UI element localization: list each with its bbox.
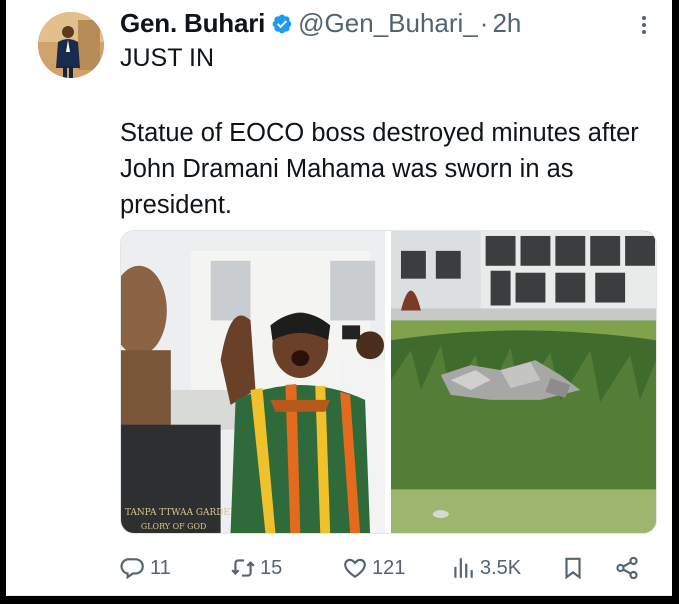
media-grid: TANPA TTWAA GARDENS GLORY OF GOD bbox=[120, 230, 657, 534]
bookmark-button[interactable] bbox=[560, 550, 586, 586]
reply-count: 11 bbox=[150, 556, 171, 579]
bookmark-icon bbox=[565, 557, 581, 580]
tweet-header: Gen. Buhari @Gen_Buhari_ · 2h bbox=[120, 8, 521, 39]
repost-button[interactable]: 15 bbox=[230, 550, 282, 586]
tweet-actions-bar: 11 15 121 3.5K bbox=[120, 550, 650, 586]
user-handle[interactable]: @Gen_Buhari_ bbox=[298, 8, 478, 39]
plaque-text-line2: GLORY OF GOD bbox=[141, 522, 206, 531]
views-count: 3.5K bbox=[480, 556, 522, 579]
repost-count: 15 bbox=[260, 556, 283, 579]
share-icon bbox=[616, 556, 638, 580]
views-button[interactable]: 3.5K bbox=[450, 550, 521, 586]
more-icon[interactable] bbox=[636, 10, 652, 40]
tweet-text-body: Statue of EOCO boss destroyed minutes af… bbox=[120, 119, 639, 219]
reply-icon bbox=[120, 558, 144, 580]
like-icon bbox=[344, 558, 366, 578]
avatar-image bbox=[38, 12, 104, 78]
meta-separator: · bbox=[479, 8, 489, 38]
share-button[interactable] bbox=[614, 550, 640, 586]
like-button[interactable]: 121 bbox=[342, 550, 405, 586]
reply-button[interactable]: 11 bbox=[120, 550, 171, 586]
plaque-text-line1: TANPA TTWAA GARDENS bbox=[125, 508, 244, 518]
repost-icon bbox=[231, 559, 255, 577]
tweet-timestamp[interactable]: 2h bbox=[492, 8, 521, 39]
verified-badge-icon bbox=[272, 14, 292, 33]
display-name[interactable]: Gen. Buhari bbox=[120, 8, 265, 39]
views-icon bbox=[454, 558, 473, 578]
bottom-frame-border bbox=[0, 596, 679, 604]
photo-celebrating-woman[interactable]: TANPA TTWAA GARDENS GLORY OF GOD bbox=[121, 231, 385, 533]
photo-woman-image: TANPA TTWAA GARDENS GLORY OF GOD bbox=[121, 231, 385, 533]
like-count: 121 bbox=[372, 556, 406, 579]
avatar[interactable] bbox=[38, 12, 104, 78]
photo-destroyed-statue[interactable] bbox=[391, 231, 656, 533]
right-frame-border bbox=[672, 0, 679, 604]
tweet-text-line1: JUST IN bbox=[120, 44, 214, 72]
left-frame-border bbox=[0, 0, 6, 604]
tweet-divider bbox=[6, 595, 672, 596]
photo-statue-rubble-image bbox=[391, 231, 656, 533]
